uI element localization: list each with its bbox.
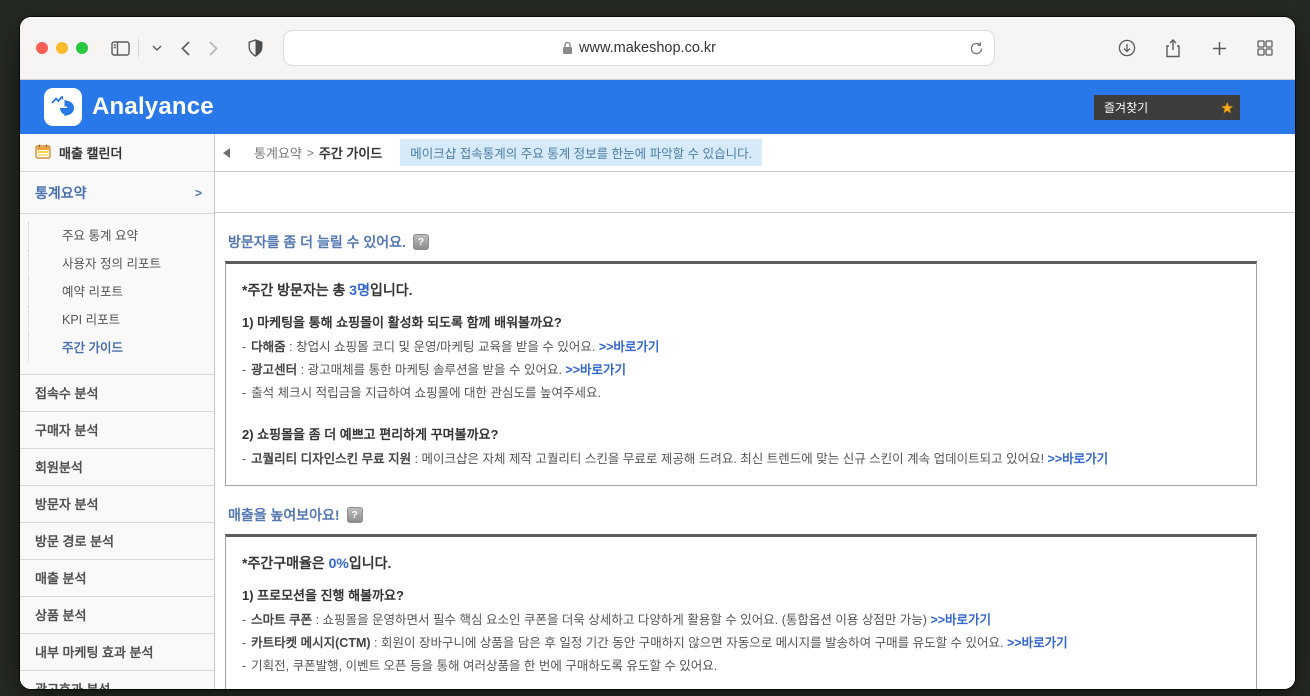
privacy-shield-icon[interactable]	[241, 34, 269, 62]
weekly-purchase-rate: 0%	[329, 555, 349, 571]
sidebar-item-visit-path-analysis[interactable]: 방문 경로 분석	[20, 522, 214, 559]
weekly-visitor-count: 3명	[349, 282, 370, 298]
section-title-text: 매출을 높여보아요!	[228, 505, 340, 525]
go-link[interactable]: >>바로가기	[565, 363, 626, 377]
go-link[interactable]: >>바로가기	[1048, 452, 1109, 466]
bullet-dash: -	[242, 636, 246, 650]
minimize-window-button[interactable]	[56, 42, 68, 54]
weekly-purchase-rate-summary: *주간구매율은 0%입니다.	[242, 553, 1240, 573]
breadcrumb-current: 주간 가이드	[319, 143, 382, 162]
bullet-dash: -	[242, 386, 246, 400]
toolbar-divider	[138, 39, 139, 57]
guide-bullet: -광고센터 : 광고매체를 통한 마케팅 솔루션을 받을 수 있어요. >>바로…	[242, 359, 1240, 382]
star-icon[interactable]: ★	[1221, 99, 1234, 117]
downloads-icon[interactable]	[1113, 34, 1141, 62]
guide-bullet: -다해줌 : 창업시 쇼핑몰 코디 및 운영/마케팅 교육을 받을 수 있어요.…	[242, 336, 1240, 359]
sales-guide-box: *주간구매율은 0%입니다. 1) 프로모션을 진행 해볼까요? -스마트 쿠폰…	[225, 534, 1257, 689]
page-description: 메이크샵 접속통계의 주요 통계 정보를 한눈에 파악할 수 있습니다.	[400, 139, 762, 166]
visitor-guide-box: *주간 방문자는 총 3명입니다. 1) 마케팅을 통해 쇼핑몰이 활성화 되도…	[225, 261, 1257, 486]
section-title-sales: 매출을 높여보아요! ?	[228, 505, 1257, 525]
sidebar-item-sales-calendar[interactable]: 매출 캘린더	[20, 134, 214, 172]
chevron-down-icon[interactable]	[143, 34, 171, 62]
forward-button[interactable]	[199, 34, 227, 62]
guide-bullet: -출석 체크시 적립금을 지급하여 쇼핑몰에 대한 관심도를 높여주세요.	[242, 382, 1240, 405]
sidebar-item-connection-analysis[interactable]: 접속수 분석	[20, 374, 214, 411]
section-title-visitors: 방문자를 좀 더 늘릴 수 있어요. ?	[228, 232, 1257, 252]
guide-heading: 1) 프로모션을 진행 해볼까요?	[242, 585, 1240, 606]
breadcrumb-separator: >	[307, 146, 314, 160]
analyance-logo-icon[interactable]	[44, 88, 82, 126]
sidebar-item-sales-analysis[interactable]: 매출 분석	[20, 559, 214, 596]
favorites-label: 즐겨찾기	[1104, 99, 1148, 116]
sidebar-item-statistics-summary[interactable]: 통계요약 >	[20, 172, 214, 214]
zoom-window-button[interactable]	[76, 42, 88, 54]
guide-bullet: -기획전, 쿠폰발행, 이벤트 오픈 등을 통해 여러상품을 한 번에 구매하도…	[242, 655, 1240, 678]
bullet-dash: -	[242, 613, 246, 627]
sidebar-item-label: 매출 캘린더	[59, 143, 122, 162]
go-link[interactable]: >>바로가기	[930, 613, 991, 627]
bullet-dash: -	[242, 363, 246, 377]
sidebar-item-member-analysis[interactable]: 회원분석	[20, 448, 214, 485]
window-controls	[36, 42, 88, 54]
statistics-submenu: 주요 통계 요약 사용자 정의 리포트 예약 리포트 KPI 리포트 주간 가이…	[20, 214, 214, 374]
breadcrumb-parent: 통계요약	[254, 143, 302, 162]
chevron-right-icon: >	[195, 186, 202, 200]
back-button[interactable]	[171, 34, 199, 62]
weekly-visitors-summary: *주간 방문자는 총 3명입니다.	[242, 280, 1240, 300]
lock-icon	[562, 41, 573, 55]
section-title-text: 방문자를 좀 더 늘릴 수 있어요.	[228, 232, 406, 252]
guide-bullet: -고퀄리티 디자인스킨 무료 지원 : 메이크샵은 자체 제작 고퀄리티 스킨을…	[242, 448, 1240, 471]
brand-title: Analyance	[92, 93, 214, 121]
sidebar-item-ad-effect-analysis[interactable]: 광고효과 분석	[20, 670, 214, 689]
tab-overview-icon[interactable]	[1251, 34, 1279, 62]
site-header: Analyance 즐겨찾기 ★	[20, 80, 1295, 134]
share-icon[interactable]	[1159, 34, 1187, 62]
address-bar[interactable]: www.makeshop.co.kr	[283, 30, 995, 66]
collapse-sidebar-arrow-icon[interactable]	[223, 148, 230, 158]
help-question-icon[interactable]: ?	[413, 234, 429, 250]
guide-heading: 2) 쇼핑몰을 좀 더 예쁘고 편리하게 꾸며볼까요?	[242, 424, 1240, 445]
browser-window: www.makeshop.co.kr	[20, 17, 1295, 689]
submenu-item-weekly-guide[interactable]: 주간 가이드	[28, 334, 214, 362]
go-link[interactable]: >>바로가기	[599, 340, 660, 354]
help-question-icon[interactable]: ?	[347, 507, 363, 523]
sidebar-item-internal-marketing-analysis[interactable]: 내부 마케팅 효과 분석	[20, 633, 214, 670]
bullet-dash: -	[242, 340, 246, 354]
toolbar-spacer-row	[215, 172, 1295, 213]
new-tab-icon[interactable]	[1205, 34, 1233, 62]
main-content: 통계요약 > 주간 가이드 메이크샵 접속통계의 주요 통계 정보를 한눈에 파…	[215, 134, 1295, 689]
close-window-button[interactable]	[36, 42, 48, 54]
guide-bullet: -스마트 쿠폰 : 쇼핑몰을 운영하면서 필수 핵심 요소인 쿠폰을 더욱 상세…	[242, 609, 1240, 632]
sidebar: 매출 캘린더 통계요약 > 주요 통계 요약 사용자 정의 리포트 예약 리포트…	[20, 134, 215, 689]
sidebar-item-visitor-analysis[interactable]: 방문자 분석	[20, 485, 214, 522]
sidebar-item-label: 통계요약	[35, 183, 87, 203]
go-link[interactable]: >>바로가기	[1007, 636, 1068, 650]
browser-toolbar: www.makeshop.co.kr	[20, 17, 1295, 80]
calendar-icon	[35, 144, 51, 162]
guide-bullet: -카트타켓 메시지(CTM) : 회원이 장바구니에 상품을 담은 후 일정 기…	[242, 632, 1240, 655]
submenu-item-scheduled-report[interactable]: 예약 리포트	[28, 278, 214, 306]
submenu-item-kpi-report[interactable]: KPI 리포트	[28, 306, 214, 334]
bullet-dash: -	[242, 659, 246, 673]
sidebar-item-product-analysis[interactable]: 상품 분석	[20, 596, 214, 633]
bullet-dash: -	[242, 452, 246, 466]
sidebar-toggle-icon[interactable]	[106, 34, 134, 62]
breadcrumb: 통계요약 > 주간 가이드 메이크샵 접속통계의 주요 통계 정보를 한눈에 파…	[215, 134, 1295, 172]
submenu-item-key-statistics[interactable]: 주요 통계 요약	[28, 222, 214, 250]
guide-heading: 1) 마케팅을 통해 쇼핑몰이 활성화 되도록 함께 배워볼까요?	[242, 312, 1240, 333]
favorites-bar[interactable]: 즐겨찾기 ★	[1094, 95, 1240, 120]
url-text: www.makeshop.co.kr	[579, 40, 716, 56]
sidebar-item-buyer-analysis[interactable]: 구매자 분석	[20, 411, 214, 448]
reload-icon[interactable]	[969, 41, 984, 56]
submenu-item-custom-report[interactable]: 사용자 정의 리포트	[28, 250, 214, 278]
